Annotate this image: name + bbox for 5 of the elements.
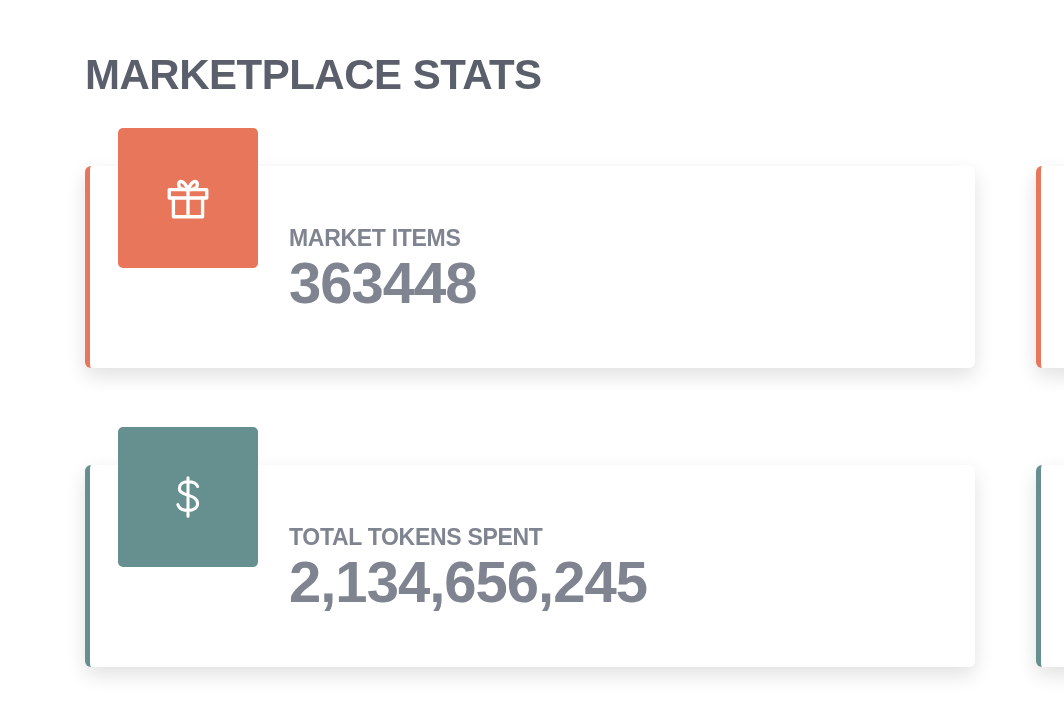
stat-label: MARKET ITEMS bbox=[289, 224, 461, 252]
section-title: MARKETPLACE STATS bbox=[85, 52, 543, 98]
stat-value: 363448 bbox=[289, 252, 478, 314]
stat-label: TOTAL TOKENS SPENT bbox=[289, 523, 543, 551]
stat-value: 2,134,656,245 bbox=[289, 551, 648, 613]
